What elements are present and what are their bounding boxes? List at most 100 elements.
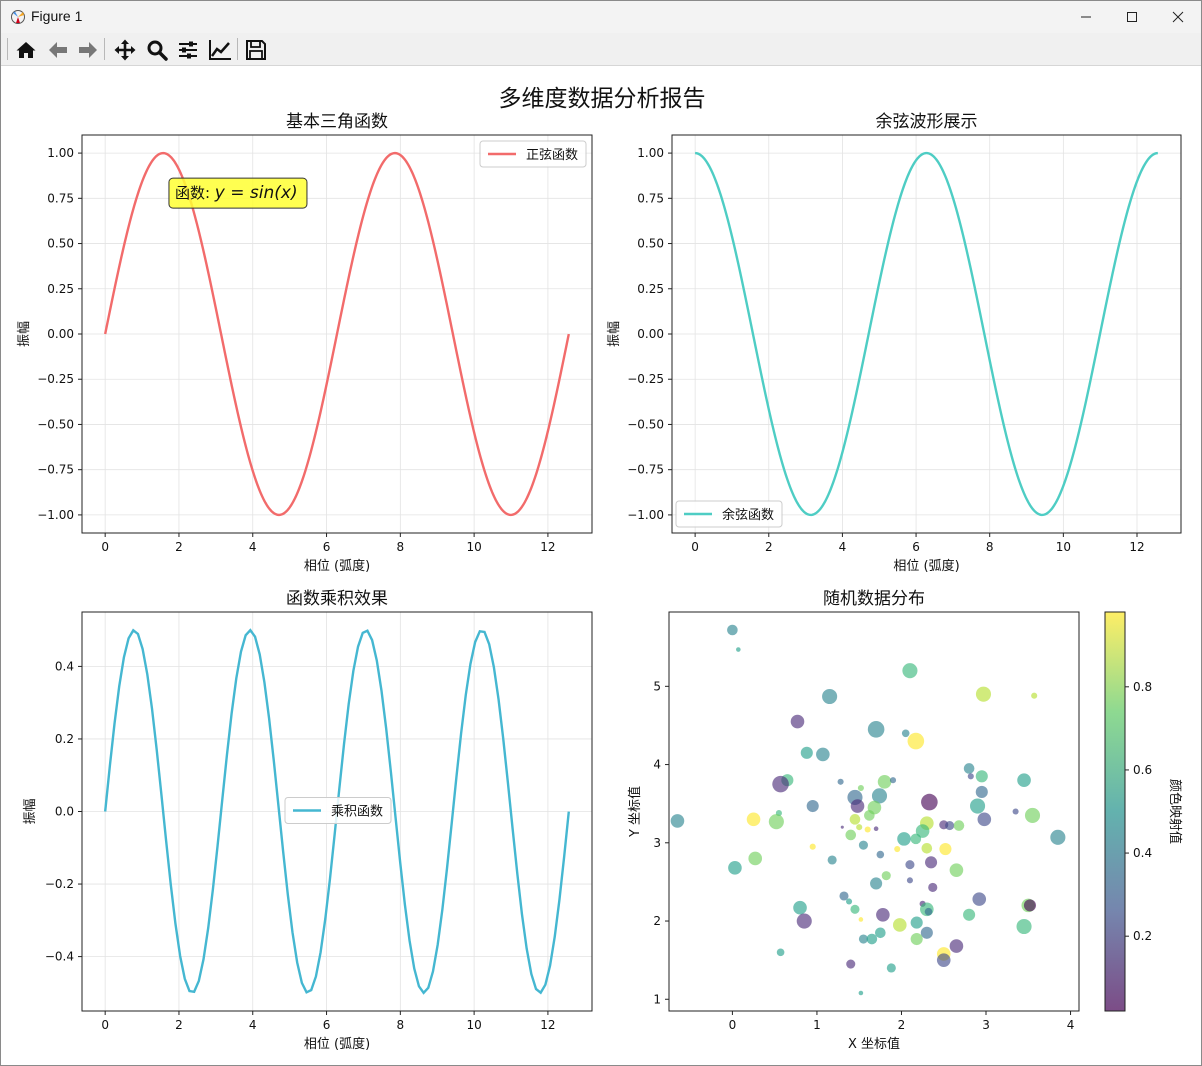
scatter-point (915, 824, 930, 838)
axes-title: 函数乘积效果 (286, 589, 388, 609)
y-tick-label: −0.25 (627, 372, 664, 386)
x-tick-label: 1 (813, 1018, 821, 1032)
y-axis-label: Y 坐标值 (627, 786, 643, 838)
scatter-point (953, 820, 965, 831)
forward-button[interactable] (75, 37, 101, 63)
figure-suptitle: 多维度数据分析报告 (499, 86, 706, 112)
scatter-point (939, 843, 952, 856)
y-tick-label: 0.4 (55, 659, 74, 673)
x-tick-label: 2 (175, 1018, 183, 1032)
x-tick-label: 2 (175, 540, 183, 554)
subplots-button[interactable] (175, 37, 201, 63)
scatter-point (1012, 808, 1019, 815)
colorbar (1104, 611, 1126, 1012)
legend: 余弦函数 (675, 500, 783, 528)
close-icon (1172, 11, 1184, 23)
scatter-point (846, 898, 853, 905)
pan-button[interactable] (112, 37, 138, 63)
back-button[interactable] (45, 37, 71, 63)
chart-product: 0 2 4 6 8 10 12 −0.4 −0.2 0.0 0.2 0.4 函数乘积效果相位 (弧度) 振… (23, 589, 593, 1052)
scatter-point (858, 990, 864, 996)
scatter-point (977, 812, 992, 827)
scatter-point (728, 861, 742, 875)
y-tick-label: 1 (653, 992, 661, 1006)
maximize-icon (1127, 12, 1137, 22)
x-tick-label: 12 (1129, 540, 1144, 554)
scatter-point (816, 747, 830, 762)
y-tick-label: 0.00 (637, 327, 664, 341)
legend-label: 正弦函数 (526, 147, 578, 163)
home-button[interactable] (13, 37, 39, 63)
y-axis-label: 振幅 (607, 321, 622, 347)
zoom-button[interactable] (144, 37, 170, 63)
pan-icon (114, 39, 136, 61)
scatter-point (963, 763, 975, 774)
y-tick-label: 0.50 (47, 237, 74, 251)
figure-canvas: 多维度数据分析报告 0 2 4 6 8 10 12−1.00−0.75−0.50−0.250… (17, 86, 1183, 1052)
scatter-point (921, 842, 933, 854)
y-tick-label: −0.75 (37, 463, 74, 477)
y-tick-label: −0.4 (45, 950, 74, 964)
scatter-point (949, 863, 964, 877)
scatter-point (949, 939, 964, 953)
scatter-point (876, 907, 890, 922)
scatter-point (800, 746, 813, 759)
y-tick-label: 2 (653, 914, 661, 928)
y-tick-label: 0.50 (637, 237, 664, 251)
scatter-point (936, 953, 951, 967)
zoom-icon (147, 40, 168, 61)
x-axis-label: 相位 (弧度) (304, 1036, 370, 1052)
scatter-point (967, 773, 974, 780)
scatter-point (857, 784, 864, 792)
x-axis-label: X 坐标值 (848, 1036, 900, 1052)
window-title: Figure 1 (31, 8, 83, 24)
y-tick-label: −0.50 (627, 417, 664, 431)
close-button[interactable] (1155, 1, 1201, 33)
colorbar-tick-label: 0.6 (1133, 763, 1152, 777)
forward-arrow-icon (79, 42, 97, 58)
scatter-point (876, 850, 885, 859)
y-axis-label: 振幅 (23, 798, 38, 824)
x-tick-label: 12 (540, 540, 555, 554)
scatter-point (928, 882, 938, 892)
title-bar: Figure 1 (1, 1, 1201, 33)
save-icon (246, 40, 266, 60)
scatter-point (901, 729, 910, 738)
x-tick-label: 12 (540, 1018, 555, 1032)
x-tick-label: 4 (249, 1018, 257, 1032)
back-arrow-icon (49, 42, 67, 58)
save-button[interactable] (243, 37, 269, 63)
scatter-point (796, 913, 812, 929)
scatter-point (864, 810, 875, 821)
scatter-point (1017, 773, 1031, 788)
maximize-button[interactable] (1109, 1, 1155, 33)
scatter-point (945, 821, 955, 831)
scatter-point (897, 832, 911, 846)
y-tick-label: 0.2 (55, 732, 74, 746)
x-tick-label: 2 (765, 540, 773, 554)
navigation-toolbar (1, 33, 1201, 66)
y-axis-label: 振幅 (17, 321, 32, 347)
scatter-point (845, 829, 857, 841)
scatter-point (925, 856, 938, 869)
colorbar-tick-label: 0.2 (1133, 929, 1152, 943)
scatter-point (910, 916, 923, 929)
scatter-point (768, 814, 784, 830)
scatter-point (975, 785, 988, 798)
scatter-point (866, 933, 878, 945)
scatter-point (850, 904, 860, 914)
scatter-point (790, 714, 805, 729)
colorbar-label: 颜色映射值 (1167, 779, 1183, 844)
legend-label: 乘积函数 (331, 805, 383, 820)
scatter-point (924, 907, 933, 916)
y-tick-label: 3 (653, 836, 661, 850)
edit-axes-button[interactable] (206, 37, 232, 63)
y-tick-label: 0.75 (47, 191, 74, 205)
y-tick-label: 0.25 (47, 282, 74, 296)
colorbar-tick-label: 0.4 (1133, 846, 1152, 860)
minimize-icon (1081, 16, 1091, 18)
minimize-button[interactable] (1063, 1, 1109, 33)
chart-sine: 0 2 4 6 8 10 12 −1.00 −0.75 −0.50 −0.25 0.00 0.25 0.5… (17, 112, 593, 574)
y-tick-label: −1.00 (627, 508, 664, 522)
scatter-point (881, 871, 891, 881)
